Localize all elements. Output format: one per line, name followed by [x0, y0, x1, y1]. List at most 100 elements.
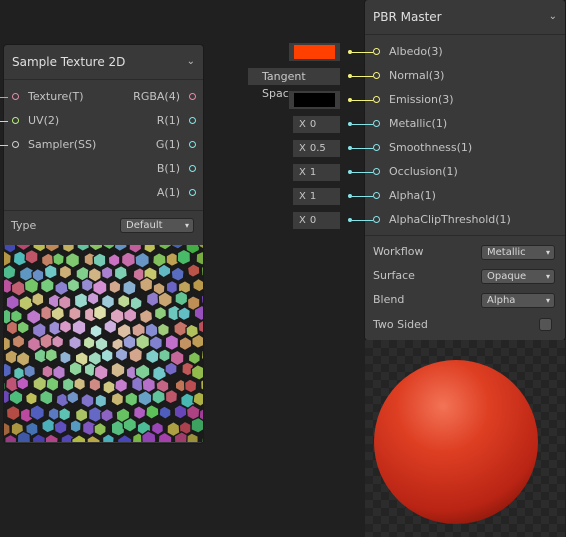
- sphere-shape: [374, 360, 538, 524]
- pbr-master-node[interactable]: PBR Master ⌄ Albedo(3) Normal(3) Emission(…: [365, 0, 565, 340]
- chevron-down-icon[interactable]: ⌄: [187, 45, 195, 79]
- master-ports: Albedo(3) Normal(3) Emission(3) Metallic(1)…: [365, 40, 565, 235]
- input-port-icon[interactable]: [373, 216, 380, 223]
- input-port-icon[interactable]: [373, 144, 380, 151]
- master-node-title: PBR Master: [373, 10, 442, 24]
- dropdown-arrow-icon: ▾: [184, 221, 189, 230]
- texture-cell: [100, 348, 114, 364]
- color-swatch: [294, 45, 335, 59]
- output-port-icon[interactable]: [189, 165, 196, 172]
- input-port-label: Alpha(1): [389, 189, 436, 202]
- normal-space-field[interactable]: Tangent Space: [248, 68, 340, 100]
- texture-cell: [164, 388, 179, 405]
- texture-cell: [156, 322, 170, 338]
- setting-value: Opaque: [487, 271, 527, 282]
- type-value: Default: [126, 220, 163, 231]
- texture-cell: [80, 277, 95, 293]
- texture-cell: [187, 350, 201, 366]
- default-wire: [352, 76, 373, 77]
- setting-dropdown-0[interactable]: Metallic ▾: [482, 246, 554, 259]
- texture-cell: [73, 376, 87, 392]
- default-wire: [352, 148, 373, 149]
- chevron-down-icon[interactable]: ⌄: [549, 0, 557, 34]
- sample-texture-2d-node[interactable]: Sample Texture 2D ⌄ Texture(T) UV(2) Sampl…: [0, 45, 203, 443]
- texture-cell: [23, 363, 37, 379]
- albedo-color-field[interactable]: [289, 43, 340, 61]
- texture-cell: [102, 379, 116, 395]
- texture-cell: [87, 405, 103, 424]
- texture-cell: [114, 377, 129, 394]
- input-port-icon[interactable]: [12, 117, 19, 124]
- texture-cell: [165, 279, 179, 295]
- texture-cell: [68, 335, 82, 351]
- texture-cell: [73, 291, 89, 310]
- sample-node-header[interactable]: Sample Texture 2D ⌄: [4, 45, 203, 80]
- dropdown-arrow-icon: ▾: [545, 248, 550, 257]
- texture-cell: [135, 333, 151, 351]
- texture-cell: [92, 252, 107, 269]
- texture-cell: [165, 251, 179, 268]
- texture-cell: [43, 263, 58, 280]
- input-port-icon[interactable]: [373, 168, 380, 175]
- texture-cell: [4, 349, 19, 365]
- dropdown-arrow-icon: ▾: [545, 296, 550, 305]
- texture-cell: [120, 251, 137, 269]
- divider: [4, 210, 203, 211]
- texture-cell: [74, 407, 89, 423]
- sample-node-title: Sample Texture 2D: [12, 55, 126, 69]
- two-sided-row: Two Sided: [373, 313, 428, 337]
- axis-prefix: X: [299, 167, 306, 178]
- float-default-field[interactable]: X0: [293, 116, 340, 133]
- float-default-field[interactable]: X 0.5: [293, 140, 340, 157]
- texture-cell: [5, 404, 21, 422]
- input-port-label: Emission(3): [389, 93, 454, 106]
- input-port-icon[interactable]: [373, 72, 380, 79]
- texture-cell: [58, 406, 72, 422]
- input-port-icon[interactable]: [373, 48, 380, 55]
- two-sided-checkbox[interactable]: [540, 319, 551, 330]
- texture-cell: [141, 376, 157, 394]
- float-default-field[interactable]: X1: [293, 164, 340, 181]
- default-wire: [352, 220, 373, 221]
- texture-cell: [31, 291, 45, 307]
- default-wire: [352, 52, 373, 53]
- type-label: Type: [11, 219, 37, 232]
- texture-cell: [110, 391, 125, 407]
- output-port-label: B(1): [156, 162, 180, 175]
- input-port-icon[interactable]: [373, 192, 380, 199]
- float-default-field[interactable]: X0: [293, 212, 340, 229]
- texture-cell: [174, 290, 189, 307]
- texture-cell: [158, 348, 171, 363]
- texture-cell: [24, 391, 38, 406]
- setting-dropdown-1[interactable]: Opaque ▾: [482, 270, 554, 283]
- master-node-header[interactable]: PBR Master ⌄: [365, 0, 565, 35]
- texture-cell: [173, 403, 188, 420]
- texture-cell: [59, 350, 72, 365]
- input-port-icon[interactable]: [373, 96, 380, 103]
- texture-cell: [164, 333, 180, 352]
- input-port-icon[interactable]: [12, 141, 19, 148]
- input-port-label: UV(2): [28, 114, 60, 127]
- input-port-label: Albedo(3): [389, 45, 443, 58]
- color-swatch: [294, 93, 335, 107]
- type-dropdown[interactable]: Default ▾: [121, 219, 193, 232]
- default-wire: [352, 196, 373, 197]
- output-port-icon[interactable]: [189, 189, 196, 196]
- texture-cell: [94, 393, 108, 409]
- setting-dropdown-2[interactable]: Alpha ▾: [482, 294, 554, 307]
- output-port-icon[interactable]: [189, 93, 196, 100]
- texture-cell: [176, 248, 192, 266]
- input-port-label: Smoothness(1): [389, 141, 473, 154]
- output-port-icon[interactable]: [189, 141, 196, 148]
- texture-cell: [52, 251, 65, 267]
- input-port-icon[interactable]: [12, 93, 19, 100]
- setting-label-0: Workflow: [373, 245, 424, 258]
- texture-cell: [164, 361, 178, 377]
- output-port-icon[interactable]: [189, 117, 196, 124]
- input-port-icon[interactable]: [373, 120, 380, 127]
- float-default-field[interactable]: X1: [293, 188, 340, 205]
- axis-prefix: X: [299, 119, 306, 130]
- setting-value: Alpha: [487, 295, 516, 306]
- emission-color-field[interactable]: [289, 91, 340, 109]
- output-port-label: RGBA(4): [133, 90, 180, 103]
